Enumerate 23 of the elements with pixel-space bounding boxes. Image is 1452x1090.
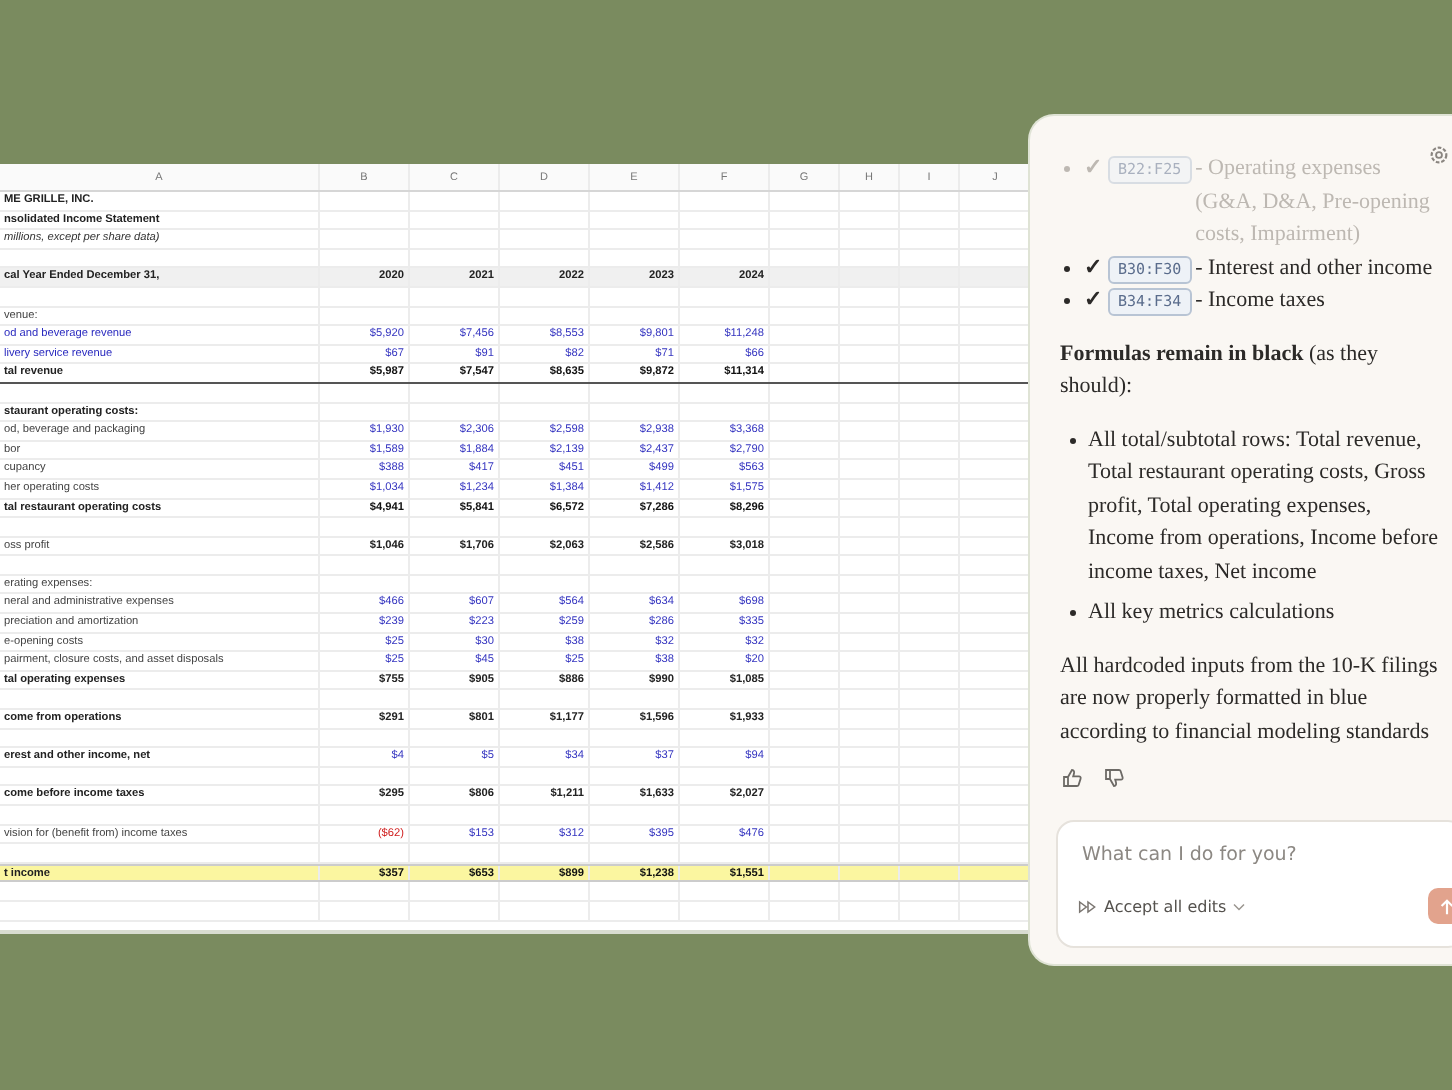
check-mark: ✓ <box>1084 154 1102 184</box>
check-description: - Income taxes <box>1195 286 1327 316</box>
thumbs-down-icon[interactable] <box>1104 768 1124 788</box>
check-mark: ✓ <box>1084 253 1102 283</box>
check-mark: ✓ <box>1084 286 1102 316</box>
settings-icon[interactable] <box>1428 144 1450 166</box>
chevron-down-icon <box>1232 901 1247 911</box>
thumbs-up-icon[interactable] <box>1062 768 1082 788</box>
bullet-icon <box>1064 166 1070 172</box>
check-description: - Interest and other income <box>1195 253 1435 283</box>
message-text: All hardcoded inputs from the 10-K filings are now properly formatted in blue according to financial modeling standards <box>1060 651 1440 747</box>
fast-forward-icon <box>1078 899 1098 913</box>
message-input[interactable]: What can I do for you? <box>1078 842 1446 868</box>
bullet-icon <box>1070 610 1076 616</box>
bullet-text: All key metrics calculations <box>1088 600 1335 624</box>
message-heading: Formulas remain in black (as they should): <box>1060 339 1380 402</box>
bullet-icon <box>1070 437 1076 443</box>
arrow-up-icon <box>1437 897 1452 915</box>
accept-edits-dropdown[interactable]: Accept all edits <box>1078 897 1247 915</box>
bullet-icon <box>1064 298 1070 304</box>
bullet-icon <box>1064 265 1070 271</box>
bullet-text: All total/subtotal rows: Total revenue, Total restaurant operating costs, Gross profit, Total operating expenses, Income from operations, Income before income taxes, Net income <box>1088 427 1439 583</box>
check-description: - Operating expenses (G&A, D&A, Pre-opening costs, Impairment) <box>1195 154 1432 250</box>
